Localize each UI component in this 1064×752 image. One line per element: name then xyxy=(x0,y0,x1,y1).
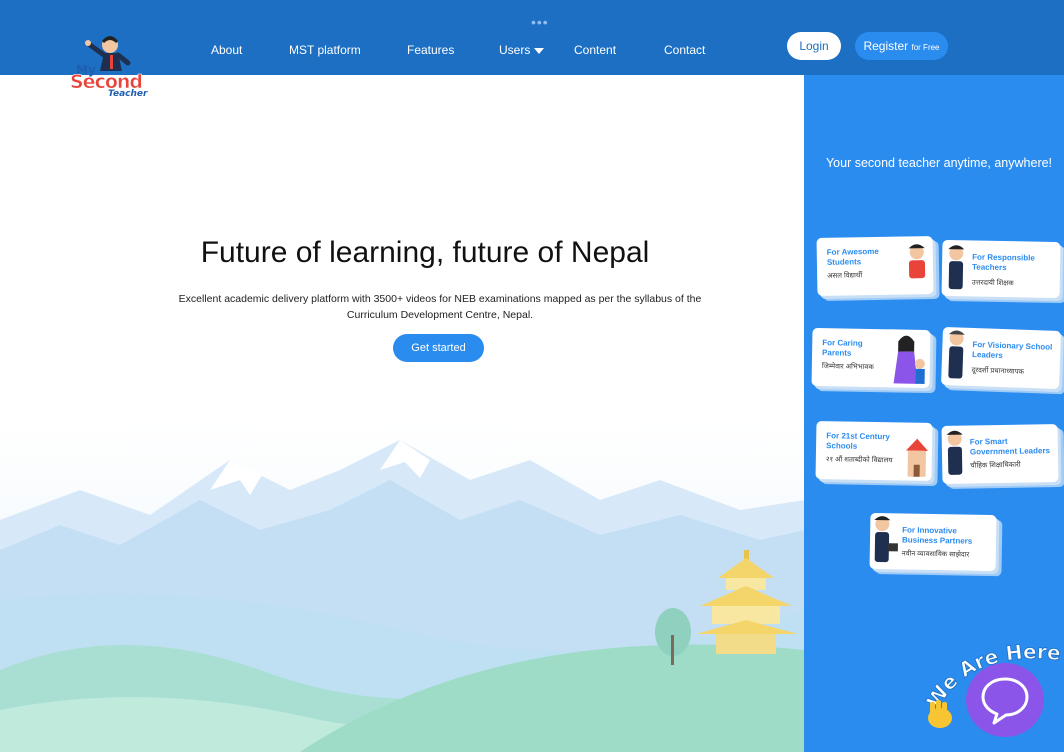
nav-users[interactable]: Users xyxy=(499,43,545,57)
card-title: For Responsible Teachers xyxy=(971,252,1035,273)
card-smart-government-leaders[interactable]: For Smart Government Leaders चौहिक शिक्ष… xyxy=(941,423,1059,485)
card-subtitle: जिम्मेवार अभिभावक xyxy=(821,363,874,372)
card-title: For Smart Government Leaders xyxy=(969,436,1051,457)
card-subtitle: असल विद्यार्थी xyxy=(827,272,863,280)
school-icon xyxy=(906,438,929,477)
nav-contact[interactable]: Contact xyxy=(664,43,705,57)
card-responsible-teachers[interactable]: For Responsible Teachers उत्तरदायी शिक्ष… xyxy=(941,239,1061,299)
parent-icon xyxy=(893,335,925,384)
card-subtitle: दूरदर्शी प्रधानाध्यापक xyxy=(971,366,1025,376)
card-subtitle: २१ औं शताब्दीको विद्यालय xyxy=(825,456,893,465)
chevron-down-icon xyxy=(534,47,545,54)
card-title: For Innovative Business Partners xyxy=(901,525,973,546)
card-title: For Awesome Students xyxy=(826,246,879,267)
card-subtitle: चौहिक शिक्षाधिकारी xyxy=(970,461,1021,470)
panel-tagline: Your second teacher anytime, anywhere! xyxy=(825,156,1053,170)
card-21st-century-schools[interactable]: For 21st Century Schools २१ औं शताब्दीको… xyxy=(815,420,933,482)
chat-bubble-icon xyxy=(981,677,1029,725)
login-button[interactable]: Login xyxy=(787,32,841,60)
hero-title: Future of learning, future of Nepal xyxy=(200,236,650,269)
card-subtitle: उत्तरदायी शिक्षक xyxy=(971,279,1014,288)
get-started-button[interactable]: Get started xyxy=(393,334,484,362)
register-button[interactable]: Register for Free xyxy=(855,32,948,60)
nav-mst-platform[interactable]: MST platform xyxy=(289,43,361,57)
chat-launcher-button[interactable] xyxy=(966,663,1044,737)
card-title: For 21st Century Schools xyxy=(826,431,890,451)
business-partner-icon xyxy=(874,516,898,563)
card-title: For Caring Parents xyxy=(822,338,863,358)
card-visionary-school-leaders[interactable]: For Visionary School Leaders दूरदर्शी प्… xyxy=(941,326,1061,390)
leader-icon xyxy=(948,330,965,379)
logo-text-teacher: Teacher xyxy=(108,89,148,99)
register-suffix: for Free xyxy=(911,43,940,52)
teacher-icon xyxy=(948,245,965,290)
nav-content[interactable]: Content xyxy=(574,43,616,57)
card-innovative-business-partners[interactable]: For Innovative Business Partners नवीन व्… xyxy=(869,512,997,572)
hero-description: Excellent academic delivery platform wit… xyxy=(178,293,702,321)
nav-features[interactable]: Features xyxy=(407,43,454,57)
waving-hand-icon xyxy=(928,700,952,728)
card-title: For Visionary School Leaders xyxy=(971,339,1053,361)
mountain-landscape-illustration xyxy=(0,420,805,752)
card-subtitle: नवीन व्यावसायिक साझेदार xyxy=(901,550,970,559)
card-awesome-students[interactable]: For Awesome Students असल विद्यार्थी xyxy=(816,235,934,297)
card-caring-parents[interactable]: For Caring Parents जिम्मेवार अभिभावक xyxy=(811,327,931,389)
government-leader-icon xyxy=(946,430,963,475)
menu-dots-icon: ••• xyxy=(531,14,549,30)
nav-about[interactable]: About xyxy=(211,43,242,57)
nav-users-label: Users xyxy=(499,43,531,57)
site-logo[interactable]: My Second Teacher xyxy=(66,33,166,103)
register-label: Register xyxy=(863,39,909,53)
student-icon xyxy=(908,244,926,279)
